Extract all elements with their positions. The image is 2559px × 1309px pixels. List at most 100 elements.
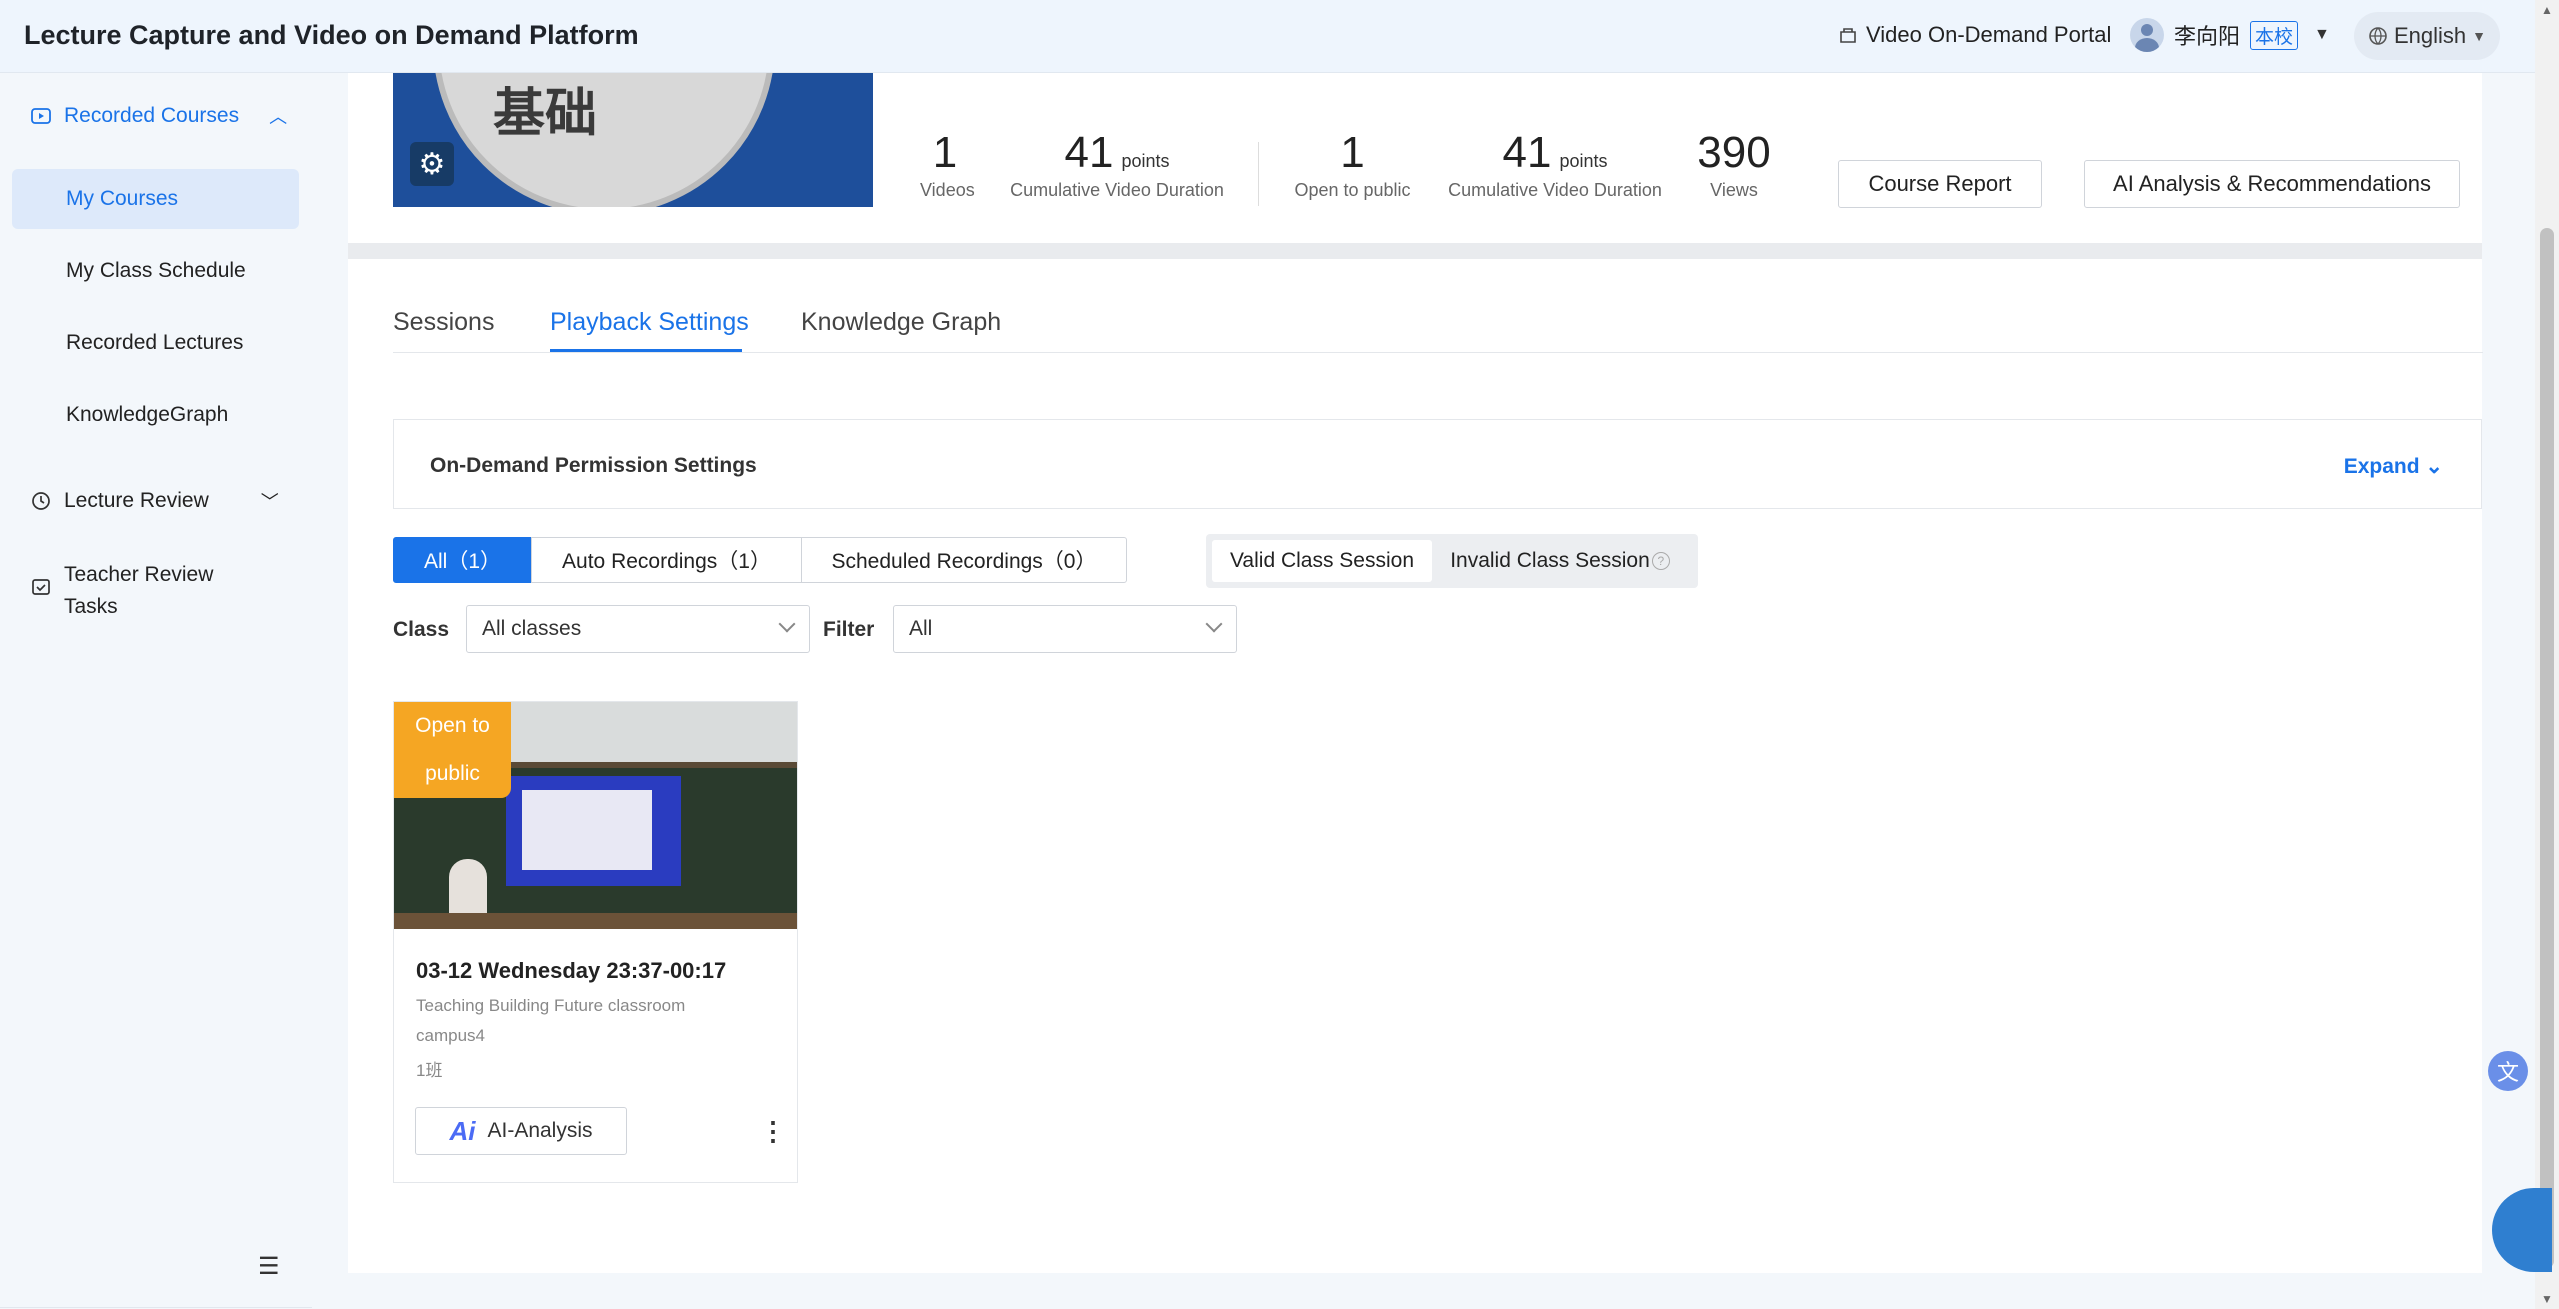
portal-label: Video On-Demand Portal (1866, 22, 2112, 47)
stat-number: 1 (1340, 128, 1365, 177)
user-name: 李向阳 (2174, 24, 2241, 49)
stat-number: 41 (1064, 128, 1114, 177)
class-filter-label: Class (393, 618, 450, 641)
avatar (2130, 18, 2164, 52)
chevron-down-icon (778, 615, 796, 633)
chevron-down-icon (1205, 615, 1223, 633)
filter-label: Filter (823, 618, 875, 641)
thumbnail-floor (394, 913, 797, 929)
ai-analysis-label: AI-Analysis (487, 1119, 593, 1142)
cover-text: 基础 (493, 83, 598, 144)
sidebar-group-recorded-courses[interactable]: Recorded Courses ︿ (30, 103, 287, 129)
course-cover: 基础 (393, 73, 873, 207)
stat-label: Videos (920, 180, 975, 200)
cover-disc (433, 73, 775, 207)
caret-down-icon: ▼ (2314, 26, 2330, 43)
language-selector[interactable]: English ▼ (2354, 12, 2500, 60)
chevron-down-icon: ⌄ (2419, 455, 2443, 478)
segment-scheduled-recordings[interactable]: Scheduled Recordings（0） (801, 537, 1127, 583)
globe-icon (2369, 27, 2387, 45)
expand-label: Expand (2343, 455, 2420, 478)
gear-icon[interactable]: ⚙ (410, 142, 454, 186)
stat-public-duration: 41 points Cumulative Video Duration (1443, 128, 1667, 201)
assistant-widget[interactable] (2492, 1188, 2552, 1272)
filter-select-value: All (909, 617, 933, 640)
ai-analysis-button[interactable]: Ai AI-Analysis (415, 1107, 627, 1155)
invalid-class-session-option[interactable]: Invalid Class Session ? (1440, 540, 1680, 582)
sidebar: Recorded Courses ︿ My Courses My Class S… (0, 73, 312, 1309)
recording-thumbnail[interactable]: Open to public (394, 702, 797, 929)
stat-unit: points (1121, 151, 1170, 171)
filter-select[interactable]: All (893, 605, 1237, 653)
stats-divider (1258, 142, 1259, 206)
sidebar-item-label: My Courses (66, 187, 179, 210)
stat-unit: points (1559, 151, 1608, 171)
valid-class-session-option[interactable]: Valid Class Session (1212, 540, 1432, 582)
portal-icon (1840, 28, 1856, 43)
sidebar-item-label: My Class Schedule (66, 259, 246, 282)
stat-label: Views (1710, 180, 1758, 200)
history-icon (32, 492, 50, 510)
segment-auto-recordings[interactable]: Auto Recordings（1） (531, 537, 802, 583)
chevron-up-icon: ︿ (269, 107, 288, 127)
sidebar-group-teacher-review[interactable]: Teacher Review Tasks (30, 559, 224, 623)
sidebar-group-label: Lecture Review (64, 489, 209, 512)
open-to-public-badge: Open to public (394, 702, 511, 798)
scroll-up-icon[interactable]: ▲ (2541, 3, 2553, 17)
ai-logo-icon: Ai (449, 1115, 476, 1146)
stat-number: 41 (1502, 128, 1552, 177)
review-icon (32, 579, 50, 595)
tab-bar-line (393, 352, 2483, 353)
caret-down-icon: ▼ (2472, 28, 2486, 44)
recording-card[interactable]: Open to public 03-12 Wednesday 23:37-00:… (393, 701, 798, 1183)
stat-label: Cumulative Video Duration (1448, 180, 1662, 200)
stat-duration: 41 points Cumulative Video Duration (1005, 128, 1229, 201)
video-portal-link[interactable]: Video On-Demand Portal (1838, 22, 2111, 48)
scrollbar-thumb[interactable] (2540, 228, 2554, 1268)
chevron-down-icon: ﹀ (260, 492, 279, 512)
sidebar-item-label: Recorded Lectures (66, 331, 244, 354)
recording-title: 03-12 Wednesday 23:37-00:17 (416, 958, 727, 983)
permission-title: On-Demand Permission Settings (430, 454, 757, 477)
sidebar-item-my-courses[interactable]: My Courses (12, 169, 299, 229)
sidebar-item-class-schedule[interactable]: My Class Schedule (12, 241, 299, 301)
translate-icon[interactable]: 文 (2488, 1051, 2528, 1091)
active-tab-indicator (550, 349, 742, 352)
course-report-button[interactable]: Course Report (1838, 160, 2042, 208)
sidebar-group-lecture-review[interactable]: Lecture Review ﹀ (30, 488, 279, 514)
section-divider-band (348, 243, 2482, 259)
collapse-sidebar-icon[interactable]: ☰ (258, 1252, 280, 1281)
tab-sessions[interactable]: Sessions (393, 308, 494, 337)
sidebar-item-knowledge-graph[interactable]: KnowledgeGraph (12, 385, 299, 445)
tab-playback-settings[interactable]: Playback Settings (550, 308, 749, 337)
more-options-icon[interactable]: ⋮ (760, 1116, 786, 1147)
class-select[interactable]: All classes (466, 605, 810, 653)
language-label: English (2393, 23, 2467, 48)
recording-class: 1班 (416, 1061, 443, 1080)
top-bar: Lecture Capture and Video on Demand Plat… (0, 0, 2535, 73)
stat-views: 390 Views (1690, 128, 1778, 201)
ai-analysis-recommendations-button[interactable]: AI Analysis & Recommendations (2084, 160, 2460, 208)
video-icon (31, 108, 51, 124)
user-menu[interactable]: 李向阳 本校 ▼ (2130, 18, 2330, 52)
class-select-value: All classes (482, 617, 582, 640)
thumbnail-window (522, 790, 652, 870)
tab-knowledge-graph[interactable]: Knowledge Graph (801, 308, 1001, 337)
stat-open-public: 1 Open to public (1290, 128, 1415, 201)
sidebar-group-label: Recorded Courses (64, 104, 240, 127)
sidebar-divider (0, 1307, 312, 1308)
segment-all[interactable]: All（1） (393, 537, 532, 583)
stat-label: Open to public (1294, 180, 1411, 200)
recording-location: Teaching Building Future classroom (416, 996, 686, 1015)
user-badge: 本校 (2250, 20, 2299, 50)
recording-campus: campus4 (416, 1026, 485, 1045)
stat-videos: 1 Videos (920, 128, 975, 201)
help-icon[interactable]: ? (1651, 552, 1670, 570)
sidebar-item-recorded-lectures[interactable]: Recorded Lectures (12, 313, 299, 373)
stat-number: 390 (1697, 128, 1771, 177)
stat-number: 1 (932, 128, 958, 177)
expand-button[interactable]: Expand ⌄ (2344, 454, 2443, 479)
stat-label: Cumulative Video Duration (1010, 180, 1224, 200)
scroll-down-icon[interactable]: ▼ (2541, 1292, 2553, 1306)
invalid-session-label: Invalid Class Session (1450, 549, 1650, 572)
